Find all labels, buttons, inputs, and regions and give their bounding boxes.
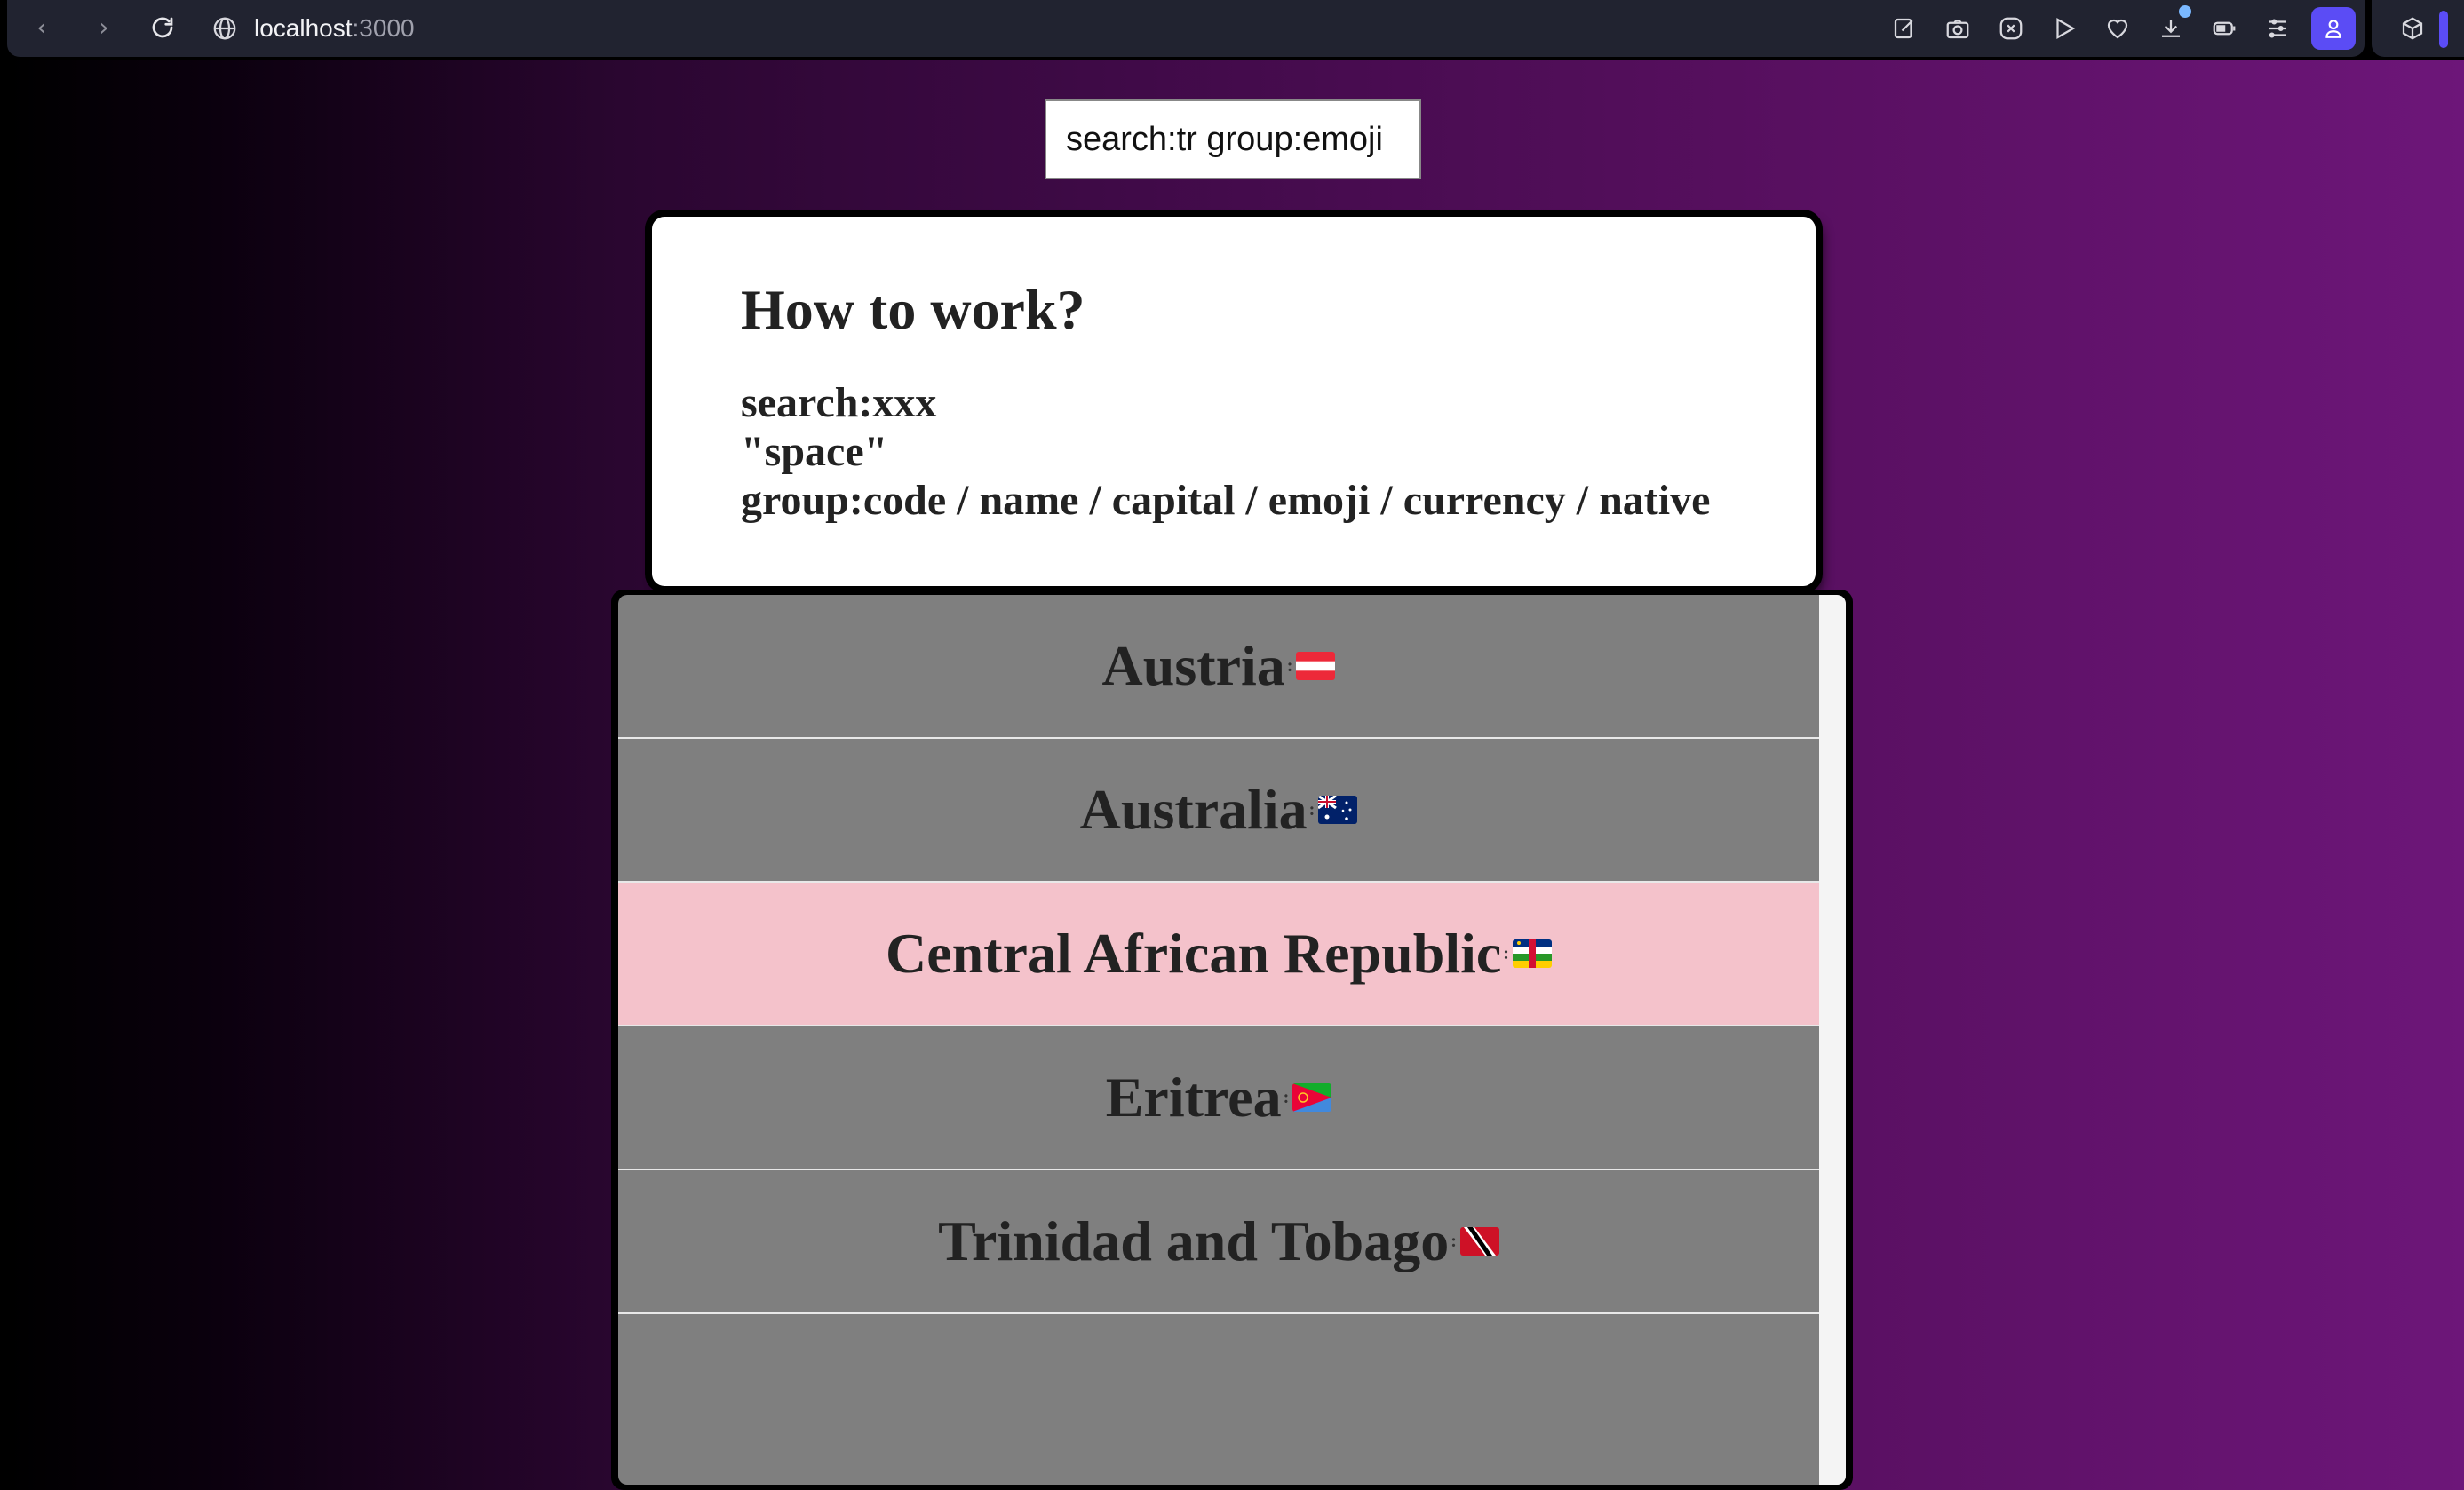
address-bar[interactable]: localhost:3000 [211,11,415,46]
camera-icon[interactable] [1940,11,1975,46]
cube-icon[interactable] [2395,11,2430,46]
help-line-group: group:code / name / capital / emoji / cu… [741,477,1711,524]
list-item[interactable]: Australia: [618,739,1819,883]
help-title: How to work? [741,278,1085,341]
back-icon[interactable]: ‹ [27,12,57,43]
list-item[interactable]: Trinidad and Tobago: [618,1170,1819,1314]
browser-toolbar: ‹ › localhost:3000 [7,0,2365,57]
flag-austria-icon [1296,652,1336,680]
play-icon[interactable] [2047,11,2082,46]
sliders-icon[interactable] [2260,11,2295,46]
page-content: How to work? search:xxx "space" group:co… [7,60,2464,1490]
search-input[interactable] [1045,99,1421,179]
flag-eritrea-icon [1292,1083,1332,1112]
help-line-space: "space" [741,428,888,475]
profile-icon[interactable] [2311,7,2356,50]
country-name: Australia [1079,778,1308,841]
results-list: Austria: Australia: Central African Repu… [611,590,1853,1490]
country-name: Central African Republic [886,922,1502,985]
country-name: Austria [1101,634,1285,697]
results-scroll-area[interactable]: Austria: Australia: Central African Repu… [618,595,1846,1485]
help-line-search: search:xxx [741,379,937,426]
url-port: :3000 [352,14,415,42]
flag-central-african-republic-icon [1512,939,1552,968]
edit-icon[interactable] [1887,11,1922,46]
sidebar-toolbar [2372,0,2464,57]
flag-australia-icon [1318,796,1358,824]
help-lines: search:xxx "space" group:code / name / c… [741,378,1710,525]
forward-icon[interactable]: › [89,12,119,43]
close-circle-icon[interactable] [1993,11,2029,46]
heart-icon[interactable] [2100,11,2135,46]
battery-icon[interactable] [2206,11,2242,46]
country-name: Trinidad and Tobago [938,1209,1450,1272]
url-host: localhost [254,14,353,42]
download-badge [2179,5,2191,18]
globe-icon [213,17,236,40]
list-item-highlighted[interactable]: Central African Republic: [618,883,1819,1026]
list-item[interactable]: Austria: [618,595,1819,739]
flag-trinidad-and-tobago-icon [1459,1227,1499,1256]
country-name: Eritrea [1105,1066,1282,1129]
help-card: How to work? search:xxx "space" group:co… [652,217,1816,586]
browser-chrome: ‹ › localhost:3000 [0,0,2464,60]
list-item[interactable]: Eritrea: [618,1026,1819,1170]
reload-icon[interactable] [147,12,178,43]
sidebar-indicator [2439,11,2448,48]
scrollbar[interactable] [1819,595,1846,1485]
